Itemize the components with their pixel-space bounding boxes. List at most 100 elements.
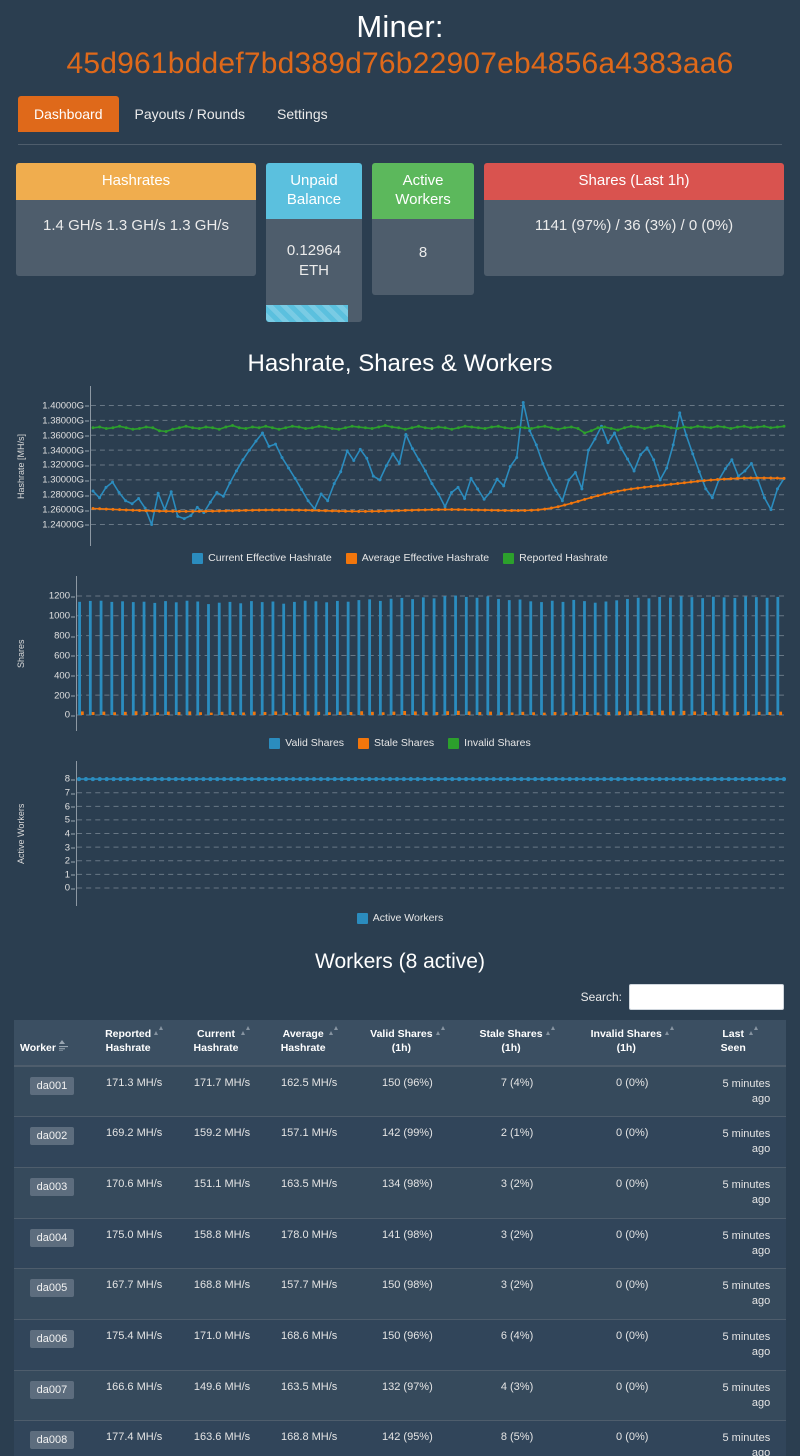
table-row[interactable]: da003 170.6 MH/s 151.1 MH/s 163.5 MH/s 134 (…: [14, 1167, 786, 1219]
workers-table-header-average-hashrate[interactable]: Average Hashrate: [265, 1020, 353, 1067]
page-title-label: Miner:: [356, 9, 444, 44]
average-hashrate-cell: 168.8 MH/s: [265, 1420, 353, 1456]
last-seen-text: 5 minutes ago: [722, 1331, 771, 1358]
last-seen-cell: 5 minutes ago: [692, 1319, 786, 1371]
active-workers-chart: Active Workers 01 23 4 56 7 8 Active Workers: [14, 761, 786, 924]
legend-swatch-icon: [448, 737, 460, 749]
column-header-label: Average Hashrate: [280, 1028, 326, 1054]
table-row[interactable]: da005 167.7 MH/s 168.8 MH/s 157.7 MH/s 150 (…: [14, 1268, 786, 1320]
column-header-label: Current Hashrate: [193, 1028, 239, 1054]
hashrate-chart-legend: Current Effective Hashrate Average Effect…: [14, 552, 786, 564]
worker-name-cell: da003: [14, 1167, 90, 1219]
worker-badge[interactable]: da002: [29, 1127, 75, 1146]
worker-badge[interactable]: da004: [29, 1228, 75, 1247]
worker-badge[interactable]: da003: [29, 1178, 75, 1197]
hashrate-chart-plot: [90, 386, 786, 547]
worker-name-cell: da008: [14, 1420, 90, 1456]
reported-hashrate-cell: 167.7 MH/s: [89, 1268, 179, 1320]
worker-badge[interactable]: da001: [29, 1076, 75, 1095]
last-seen-text: 5 minutes ago: [722, 1381, 771, 1409]
workers-table-header-reported-hashrate[interactable]: Reported Hashrate: [89, 1020, 179, 1067]
worker-badge[interactable]: da007: [29, 1380, 75, 1399]
workers-table-header-last-seen[interactable]: Last Seen: [692, 1020, 786, 1067]
unpaid-balance-progress-fill: [266, 305, 348, 323]
average-hashrate-cell: 163.5 MH/s: [265, 1369, 353, 1421]
legend-item[interactable]: Invalid Shares: [448, 737, 531, 749]
last-seen-text: 5 minutes ago: [722, 1077, 771, 1105]
sort-ascending-icon: [59, 1039, 68, 1051]
charts-section-title: Hashrate, Shares & Workers: [247, 350, 553, 378]
valid-shares-cell: 142 (95%): [352, 1420, 463, 1456]
legend-item[interactable]: Active Workers: [356, 912, 443, 924]
average-hashrate-cell: 157.1 MH/s: [265, 1116, 353, 1168]
tab-settings[interactable]: Settings: [261, 96, 344, 132]
reported-hashrate-cell: 169.2 MH/s: [89, 1116, 179, 1168]
workers-table-header-invalid-shares-1h[interactable]: Invalid Shares (1h): [572, 1020, 693, 1067]
legend-label: Stale Shares: [374, 737, 435, 750]
worker-name-cell: da002: [14, 1116, 90, 1168]
worker-name-cell: da001: [14, 1065, 90, 1117]
legend-item[interactable]: Average Effective Hashrate: [345, 552, 489, 564]
stale-shares-cell: 3 (2%): [462, 1268, 573, 1320]
workers-table-header-row: Worker Reported Hashrate Current Hashrate Ave…: [14, 1020, 786, 1067]
current-hashrate-cell: 149.6 MH/s: [178, 1369, 266, 1421]
axis-tick-label: 7: [64, 787, 76, 799]
legend-item[interactable]: Stale Shares: [358, 737, 434, 749]
shares-chart-y-label: Shares: [16, 639, 26, 669]
valid-shares-cell: 134 (98%): [352, 1167, 463, 1219]
table-row[interactable]: da006 175.4 MH/s 171.0 MH/s 168.6 MH/s 150 (…: [14, 1319, 786, 1371]
valid-shares-cell: 141 (98%): [352, 1217, 463, 1269]
table-row[interactable]: da002 169.2 MH/s 159.2 MH/s 157.1 MH/s 142 (…: [14, 1116, 786, 1168]
worker-badge[interactable]: da005: [29, 1279, 75, 1298]
tab-dashboard[interactable]: Dashboard: [18, 96, 119, 133]
last-seen-text: 5 minutes ago: [722, 1432, 771, 1456]
tab-payouts-rounds[interactable]: Payouts / Rounds: [119, 96, 262, 132]
current-hashrate-cell: 159.2 MH/s: [178, 1116, 266, 1168]
card-hashrates-title: Hashrates: [16, 163, 256, 201]
reported-hashrate-cell: 166.6 MH/s: [89, 1369, 179, 1421]
axis-tick-label: 600: [54, 650, 75, 662]
hashrate-chart: Hashrate [MH/s] 1.24000G 1.26000G 1.28000G…: [14, 386, 786, 564]
current-hashrate-cell: 171.7 MH/s: [178, 1065, 266, 1117]
legend-swatch-icon: [345, 552, 357, 564]
sort-both-icon: [241, 1026, 251, 1036]
axis-tick-label: 6: [64, 801, 76, 813]
last-seen-cell: 5 minutes ago: [692, 1369, 786, 1421]
invalid-shares-cell: 0 (0%): [572, 1369, 693, 1421]
axis-tick-label: 1.38000G: [42, 415, 89, 427]
active-workers-chart-plot: [76, 761, 786, 907]
axis-tick-label: 5: [64, 814, 76, 826]
table-row[interactable]: da007 166.6 MH/s 149.6 MH/s 163.5 MH/s 132 (…: [14, 1369, 786, 1421]
workers-table-header-worker[interactable]: Worker: [14, 1020, 90, 1067]
page-title: Miner: 45d961bddef7bd389d76b22907eb4856a…: [14, 0, 786, 82]
valid-shares-cell: 150 (96%): [352, 1319, 463, 1371]
worker-badge[interactable]: da008: [29, 1431, 75, 1450]
header-divider: [18, 144, 782, 146]
legend-item[interactable]: Valid Shares: [269, 737, 344, 749]
table-row[interactable]: da001 171.3 MH/s 171.7 MH/s 162.5 MH/s 150 (…: [14, 1065, 786, 1117]
unpaid-balance-progress: [266, 305, 362, 323]
average-hashrate-cell: 157.7 MH/s: [265, 1268, 353, 1320]
legend-item[interactable]: Current Effective Hashrate: [192, 552, 332, 564]
legend-swatch-icon: [269, 737, 281, 749]
stat-cards: Hashrates 1.4 GH/s 1.3 GH/s 1.3 GH/s Unp…: [14, 163, 786, 323]
table-row[interactable]: da004 175.0 MH/s 158.8 MH/s 178.0 MH/s 141 (…: [14, 1217, 786, 1269]
worker-badge[interactable]: da006: [29, 1330, 75, 1349]
workers-table-header-valid-shares-1h[interactable]: Valid Shares (1h): [352, 1020, 463, 1067]
invalid-shares-cell: 0 (0%): [572, 1268, 693, 1320]
invalid-shares-cell: 0 (0%): [572, 1116, 693, 1168]
axis-tick-label: 1.26000G: [42, 504, 89, 516]
workers-table-header-current-hashrate[interactable]: Current Hashrate: [178, 1020, 266, 1067]
legend-label: Invalid Shares: [464, 737, 531, 750]
sort-both-icon: [664, 1026, 674, 1036]
legend-swatch-icon: [192, 552, 204, 564]
workers-search-input[interactable]: [629, 984, 784, 1011]
legend-item[interactable]: Reported Hashrate: [503, 552, 608, 564]
valid-shares-cell: 150 (96%): [352, 1065, 463, 1117]
workers-table-header-stale-shares-1h[interactable]: Stale Shares (1h): [462, 1020, 573, 1067]
table-row[interactable]: da008 177.4 MH/s 163.6 MH/s 168.8 MH/s 142 (…: [14, 1420, 786, 1456]
stale-shares-cell: 7 (4%): [462, 1065, 573, 1117]
sort-both-icon: [545, 1026, 555, 1036]
card-active-workers-title: Active Workers: [372, 163, 474, 219]
column-header-label: Last Seen: [720, 1028, 746, 1054]
